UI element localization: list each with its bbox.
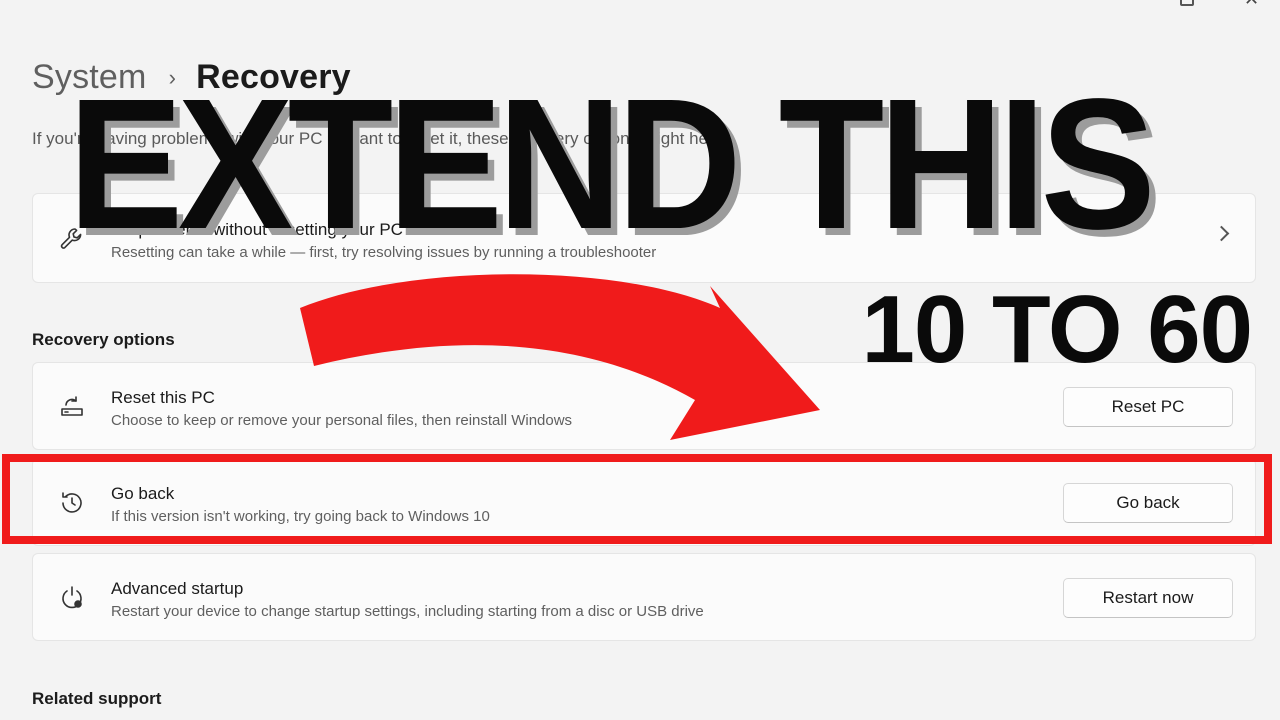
overlay-subline: 10 TO 60 bbox=[861, 276, 1253, 383]
minimize-icon[interactable] bbox=[1108, 0, 1128, 8]
restart-now-button[interactable]: Restart now bbox=[1063, 578, 1233, 618]
advanced-startup-title: Advanced startup bbox=[111, 579, 244, 598]
window-controls: ✕ bbox=[1108, 0, 1264, 8]
reset-pc-button[interactable]: Reset PC bbox=[1063, 387, 1233, 427]
overlay-headline: EXTEND THIS bbox=[68, 61, 1156, 268]
close-icon[interactable]: ✕ bbox=[1244, 0, 1264, 8]
advanced-startup-icon bbox=[57, 583, 87, 613]
recovery-options-heading: Recovery options bbox=[32, 330, 175, 349]
chevron-right-icon bbox=[1213, 225, 1230, 242]
related-support-heading: Related support bbox=[32, 689, 162, 708]
reset-pc-icon bbox=[57, 392, 87, 422]
settings-window: ✕ System › Recovery If you're having pro… bbox=[0, 0, 1280, 720]
advanced-startup-card: Advanced startup Restart your device to … bbox=[32, 553, 1256, 641]
red-arrow-icon bbox=[300, 274, 820, 440]
reset-pc-title: Reset this PC bbox=[111, 388, 215, 407]
maximize-icon[interactable] bbox=[1176, 0, 1196, 8]
advanced-startup-subtitle: Restart your device to change startup se… bbox=[111, 603, 704, 620]
